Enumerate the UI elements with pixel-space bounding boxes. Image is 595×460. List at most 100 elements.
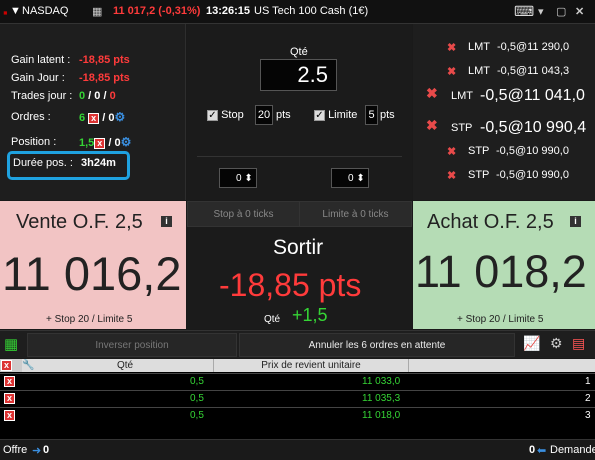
demande-value: 0: [529, 444, 536, 456]
stop-option[interactable]: ✓ Stop: [207, 109, 244, 121]
stop-input[interactable]: 20: [255, 105, 273, 125]
exit-panel: Stop à 0 ticks Limite à 0 ticks Sortir -…: [187, 201, 412, 329]
sell-sub: + Stop 20 / Limite 5: [46, 314, 133, 325]
flag-icon: ▪: [3, 5, 8, 20]
market-label: NASDAQ: [22, 5, 69, 17]
ordres-label: Ordres :: [11, 111, 51, 123]
row-price: 11 035,3: [362, 393, 401, 404]
row-price: 11 033,0: [362, 376, 401, 387]
maximize-icon[interactable]: ▢: [556, 5, 566, 18]
cancel-order-icon[interactable]: ✖: [447, 65, 456, 78]
trades-label: Trades jour :: [11, 90, 73, 102]
title-bar: ▪ ▼ NASDAQ ▦ 11 017,2 (-0,31%) 13:26:15 …: [0, 0, 595, 24]
order-type: STP: [451, 122, 473, 134]
order-type: LMT: [468, 65, 490, 77]
stop-unit: pts: [276, 109, 291, 121]
settings-icon[interactable]: ▤: [572, 335, 585, 352]
cancel-orders-button[interactable]: Annuler les 6 ordres en attente: [239, 333, 515, 357]
cancel-orders-icon[interactable]: x: [88, 112, 100, 124]
sell-panel[interactable]: Vente O.F. 2,5 i 11 016,2 + Stop 20 / Li…: [0, 201, 186, 329]
instrument-name: US Tech 100 Cash (1€): [254, 5, 369, 17]
stop-ticks-spinner[interactable]: 0 ⬍: [219, 168, 257, 188]
reverse-position-button[interactable]: Inverser position: [27, 333, 237, 357]
limit-input[interactable]: 5: [365, 105, 378, 125]
close-icon[interactable]: x: [4, 410, 15, 421]
pending-orders-panel: ✖ LMT -0,5@11 290,0 ✖ LMT -0,5@11 043,3 ✖ LMT -0…: [413, 24, 595, 200]
gain-jour-value: -18,85 pts: [79, 72, 130, 84]
dropdown-arrow-icon[interactable]: ▼: [10, 5, 21, 17]
buy-title: Achat O.F. 2,5: [427, 211, 554, 233]
limit-checkbox[interactable]: ✓: [314, 110, 325, 121]
close-all-icon[interactable]: x: [1, 360, 12, 371]
table-row[interactable]: x 0,5 11 033,0 1: [0, 373, 595, 390]
close-icon[interactable]: x: [4, 376, 15, 387]
order-type: STP: [468, 145, 490, 157]
gain-latent-label: Gain latent :: [11, 54, 71, 66]
grid-menu-icon[interactable]: ▦: [4, 335, 18, 353]
cancel-order-icon[interactable]: ✖: [426, 85, 438, 102]
row-price: 11 018,0: [362, 410, 401, 421]
divider: [197, 156, 402, 157]
order-detail: -0,5@11 041,0: [480, 87, 585, 104]
limit-ticks-button[interactable]: Limite à 0 ticks: [299, 201, 412, 227]
order-detail: -0,5@11 043,3: [497, 65, 570, 77]
toolbar: ▦ Inverser position Annuler les 6 ordres…: [0, 330, 595, 358]
gain-latent-value: -18,85 pts: [79, 54, 130, 66]
select-all-column[interactable]: x: [0, 359, 22, 372]
row-id: 3: [585, 410, 591, 421]
id-header[interactable]: [408, 359, 595, 372]
qty-header[interactable]: Qté: [37, 359, 213, 372]
position-value: 1,5 x / 0⚙: [79, 135, 132, 149]
close-icon[interactable]: ✕: [575, 5, 584, 18]
close-icon[interactable]: x: [4, 393, 15, 404]
arrow-right-icon: ➜: [32, 445, 42, 457]
cancel-order-icon[interactable]: ✖: [447, 145, 456, 158]
gear-icon[interactable]: ⚙: [121, 135, 132, 149]
limit-unit: pts: [380, 109, 395, 121]
table-row[interactable]: x 0,5 11 018,0 3: [0, 407, 595, 424]
positions-table: x 🔧 Qté Prix de revient unitaire x 0,5 1…: [0, 359, 595, 439]
exit-pnl: -18,85 pts: [219, 267, 362, 303]
row-id: 1: [585, 376, 591, 387]
chart-icon[interactable]: ▦: [92, 5, 102, 18]
highlight-box: [7, 151, 130, 180]
limit-option[interactable]: ✓ Limite: [314, 109, 357, 121]
order-detail: -0,5@10 990,0: [496, 145, 569, 157]
row-qty: 0,5: [190, 393, 204, 404]
exit-button[interactable]: Sortir: [273, 236, 323, 260]
exit-qty-label: Qté: [264, 314, 281, 325]
quantity-input[interactable]: 2.5: [260, 59, 337, 91]
stop-ticks-button[interactable]: Stop à 0 ticks: [187, 201, 300, 227]
arrow-left-icon: ⬅: [537, 445, 547, 457]
buy-panel[interactable]: Achat O.F. 2,5 i 11 018,2 + Stop 20 / Li…: [413, 201, 595, 329]
status-bar: Offre ➜ 0 0 ⬅ Demande: [0, 439, 595, 460]
ordres-value: 6 x / 0⚙: [79, 110, 126, 124]
info-icon[interactable]: i: [570, 216, 581, 227]
tools-icon[interactable]: ⚙: [550, 335, 563, 352]
order-type: STP: [468, 169, 490, 181]
clock: 13:26:15: [206, 5, 251, 17]
offre-value: 0: [43, 444, 50, 456]
gear-icon[interactable]: ⚙: [114, 110, 125, 124]
row-qty: 0,5: [190, 410, 204, 421]
chart-icon[interactable]: 📈: [523, 335, 540, 352]
minimize-icon[interactable]: ▾: [538, 5, 544, 18]
order-detail: -0,5@10 990,0: [496, 169, 569, 181]
order-detail: -0,5@10 990,4: [480, 119, 587, 136]
cancel-order-icon[interactable]: ✖: [426, 117, 438, 134]
cancel-order-icon[interactable]: ✖: [447, 169, 456, 182]
price-header[interactable]: Prix de revient unitaire: [213, 359, 408, 372]
qty-label: Qté: [290, 46, 308, 58]
keyboard-icon[interactable]: ⌨: [514, 3, 534, 20]
order-entry-panel: Qté 2.5 ✓ Stop 20 pts ✓ Limite 5 pts 0 ⬍…: [187, 24, 412, 200]
info-icon[interactable]: i: [161, 216, 172, 227]
cancel-order-icon[interactable]: ✖: [447, 41, 456, 54]
sell-price[interactable]: 11 016,2: [2, 246, 181, 301]
wrench-icon[interactable]: 🔧: [22, 359, 37, 372]
buy-price[interactable]: 11 018,2: [415, 246, 587, 298]
price-change: 11 017,2 (-0,31%): [113, 5, 201, 17]
close-position-icon[interactable]: x: [94, 137, 106, 149]
stop-checkbox[interactable]: ✓: [207, 110, 218, 121]
table-row[interactable]: x 0,5 11 035,3 2: [0, 390, 595, 407]
limit-ticks-spinner[interactable]: 0 ⬍: [331, 168, 369, 188]
